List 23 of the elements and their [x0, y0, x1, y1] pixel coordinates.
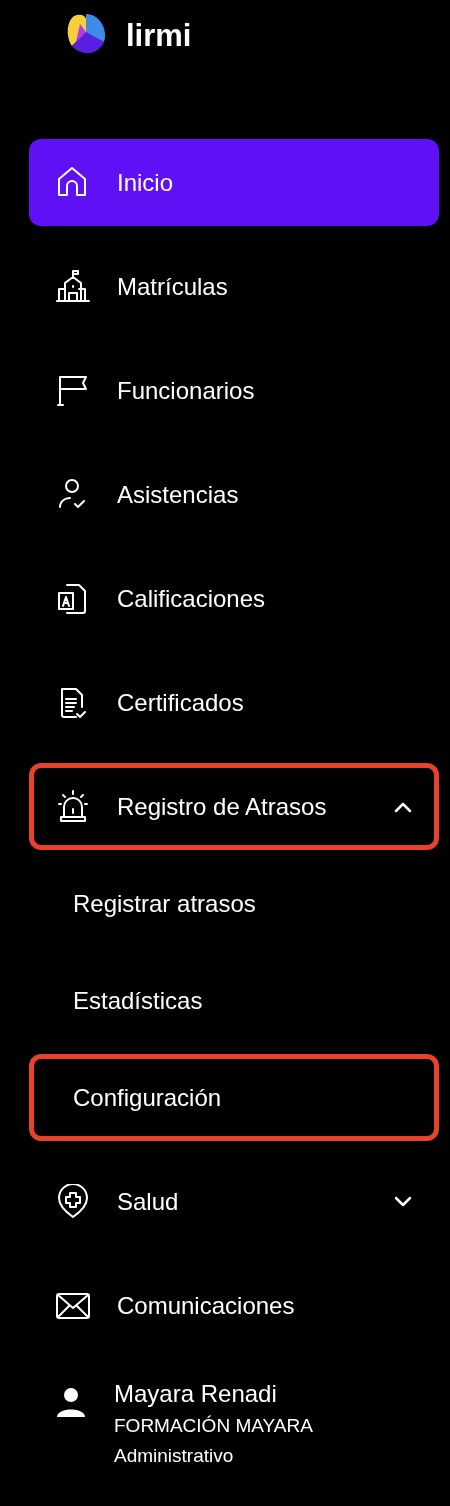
menu-group-item[interactable]: Salud — [29, 1158, 439, 1245]
chevron-up-icon — [394, 800, 412, 813]
submenu-item[interactable]: Configuración — [29, 1054, 439, 1141]
user-icon — [56, 1387, 86, 1417]
menu-item[interactable]: Asistencias — [29, 451, 439, 538]
menu-item[interactable]: Funcionarios — [29, 347, 439, 434]
menu-item[interactable]: Matrículas — [29, 243, 439, 330]
submenu-item[interactable]: Estadísticas — [29, 957, 439, 1044]
siren-icon — [55, 788, 91, 825]
brand-name: lirmi — [126, 20, 192, 51]
user-role: Administrativo — [114, 1444, 235, 1468]
menu-item[interactable]: Certificados — [29, 659, 439, 746]
health-pin-icon — [55, 1183, 91, 1220]
menu-item[interactable]: Calificaciones — [29, 555, 439, 642]
school-building-icon — [55, 268, 91, 305]
menu-group-item[interactable]: Registro de Atrasos — [29, 763, 439, 850]
user-name: Mayara Renadi — [114, 1379, 278, 1409]
chevron-down-icon — [394, 1195, 412, 1208]
menu-item[interactable]: Inicio — [29, 139, 439, 226]
logo-icon — [66, 12, 108, 56]
menu-item[interactable]: Comunicaciones — [29, 1262, 439, 1349]
submenu-item[interactable]: Registrar atrasos — [29, 860, 439, 947]
user-organization: FORMACIÓN MAYARA — [114, 1414, 313, 1438]
